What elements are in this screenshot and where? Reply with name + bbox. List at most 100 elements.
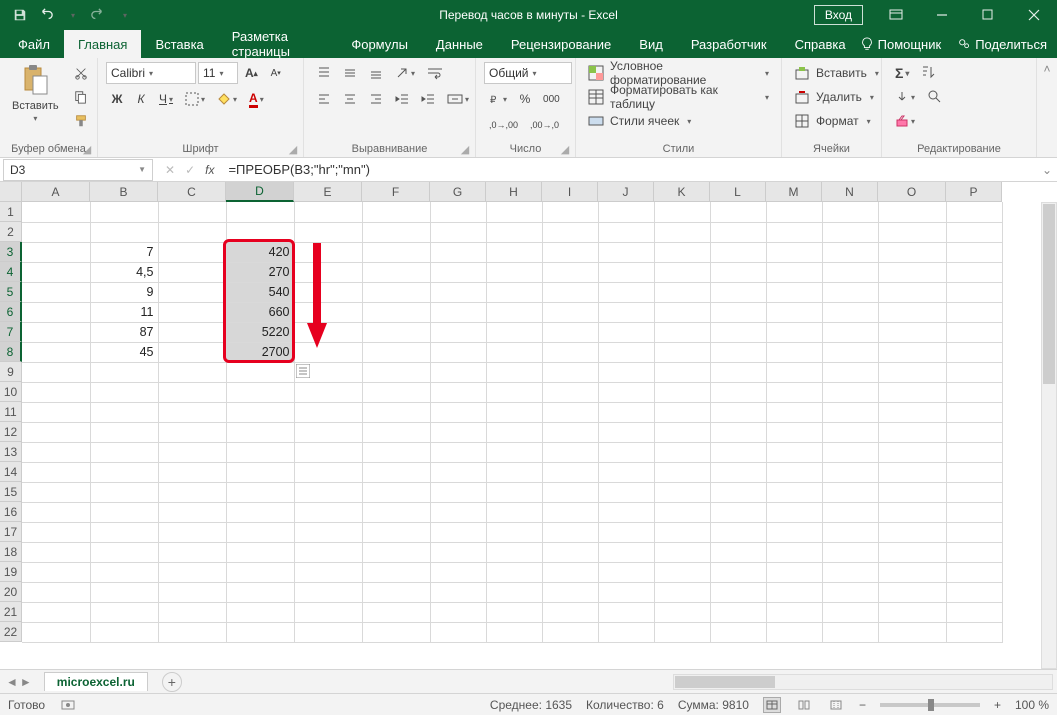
cell[interactable] — [158, 502, 226, 522]
cell[interactable] — [946, 222, 1002, 242]
cell[interactable] — [362, 422, 430, 442]
row-header[interactable]: 7 — [0, 322, 22, 342]
increase-indent-icon[interactable] — [416, 88, 440, 110]
cell[interactable] — [654, 402, 710, 422]
qat-customize-icon[interactable] — [112, 3, 136, 27]
cell[interactable]: 9 — [90, 282, 158, 302]
cell[interactable] — [542, 542, 598, 562]
cell[interactable] — [878, 582, 946, 602]
cell[interactable] — [822, 482, 878, 502]
cell[interactable] — [226, 442, 294, 462]
row-header[interactable]: 22 — [0, 622, 22, 642]
font-size-combo[interactable]: 11 — [198, 62, 238, 84]
borders-icon[interactable] — [180, 88, 210, 110]
cell[interactable] — [822, 282, 878, 302]
tab-review[interactable]: Рецензирование — [497, 30, 625, 58]
cell[interactable] — [878, 562, 946, 582]
cell[interactable] — [430, 202, 486, 222]
cell[interactable] — [226, 542, 294, 562]
cell[interactable] — [430, 482, 486, 502]
cell[interactable] — [430, 582, 486, 602]
cell[interactable] — [542, 582, 598, 602]
cell[interactable] — [226, 522, 294, 542]
cell[interactable] — [158, 442, 226, 462]
row-header[interactable]: 15 — [0, 482, 22, 502]
cell[interactable] — [22, 562, 90, 582]
cell[interactable] — [710, 382, 766, 402]
cell[interactable] — [822, 582, 878, 602]
cell[interactable] — [158, 262, 226, 282]
cell[interactable] — [294, 582, 362, 602]
cell[interactable] — [486, 622, 542, 642]
cell[interactable] — [878, 202, 946, 222]
cell[interactable] — [598, 502, 654, 522]
cell[interactable] — [226, 402, 294, 422]
redo-icon[interactable] — [86, 3, 110, 27]
bold-button[interactable]: Ж — [106, 88, 128, 110]
cell[interactable] — [822, 462, 878, 482]
cell[interactable] — [654, 222, 710, 242]
cell[interactable] — [486, 242, 542, 262]
find-select-icon[interactable] — [922, 86, 948, 108]
cell[interactable] — [430, 442, 486, 462]
cell[interactable]: 5220 — [226, 322, 294, 342]
font-name-combo[interactable]: Calibri — [106, 62, 196, 84]
cell[interactable] — [158, 242, 226, 262]
maximize-icon[interactable] — [965, 0, 1011, 30]
cell[interactable] — [90, 542, 158, 562]
normal-view-icon[interactable] — [763, 697, 781, 713]
cell[interactable] — [766, 362, 822, 382]
cell[interactable] — [294, 202, 362, 222]
cell[interactable] — [158, 202, 226, 222]
row-header[interactable]: 5 — [0, 282, 22, 302]
cell[interactable]: 7 — [90, 242, 158, 262]
formula-input[interactable] — [222, 159, 1037, 181]
row-header[interactable]: 10 — [0, 382, 22, 402]
cell[interactable] — [946, 482, 1002, 502]
cell[interactable] — [766, 322, 822, 342]
cell[interactable]: 540 — [226, 282, 294, 302]
tab-insert[interactable]: Вставка — [141, 30, 217, 58]
cell[interactable] — [878, 382, 946, 402]
tab-developer[interactable]: Разработчик — [677, 30, 781, 58]
tab-page-layout[interactable]: Разметка страницы — [218, 30, 338, 58]
cell[interactable] — [486, 462, 542, 482]
cell[interactable]: 45 — [90, 342, 158, 362]
cell[interactable] — [946, 322, 1002, 342]
cell[interactable] — [766, 562, 822, 582]
collapse-ribbon-icon[interactable]: ˄ — [1037, 58, 1057, 157]
cell[interactable] — [226, 202, 294, 222]
cell[interactable] — [430, 562, 486, 582]
cell[interactable] — [542, 382, 598, 402]
cell[interactable] — [710, 422, 766, 442]
cell[interactable] — [542, 502, 598, 522]
cell[interactable] — [486, 542, 542, 562]
align-top-icon[interactable] — [312, 62, 336, 84]
cell[interactable] — [22, 482, 90, 502]
cell[interactable] — [158, 562, 226, 582]
cell[interactable] — [946, 342, 1002, 362]
cell[interactable] — [22, 402, 90, 422]
cell[interactable] — [946, 582, 1002, 602]
cell[interactable] — [430, 502, 486, 522]
cell[interactable] — [90, 222, 158, 242]
sheet-tab[interactable]: microexcel.ru — [44, 672, 148, 691]
cell[interactable] — [90, 442, 158, 462]
cell[interactable] — [766, 262, 822, 282]
accounting-format-icon[interactable]: ₽ — [484, 88, 512, 110]
cell[interactable] — [486, 282, 542, 302]
cell[interactable] — [22, 202, 90, 222]
cell[interactable] — [362, 582, 430, 602]
column-header[interactable]: A — [22, 182, 90, 202]
cell[interactable] — [22, 462, 90, 482]
increase-decimal-icon[interactable]: ,0→,00 — [484, 114, 523, 136]
row-header[interactable]: 19 — [0, 562, 22, 582]
cell[interactable] — [362, 262, 430, 282]
cell[interactable] — [362, 342, 430, 362]
cell[interactable] — [362, 522, 430, 542]
cell[interactable] — [946, 362, 1002, 382]
cell[interactable] — [946, 382, 1002, 402]
cell[interactable] — [822, 262, 878, 282]
column-header[interactable]: N — [822, 182, 878, 202]
cell[interactable] — [226, 582, 294, 602]
